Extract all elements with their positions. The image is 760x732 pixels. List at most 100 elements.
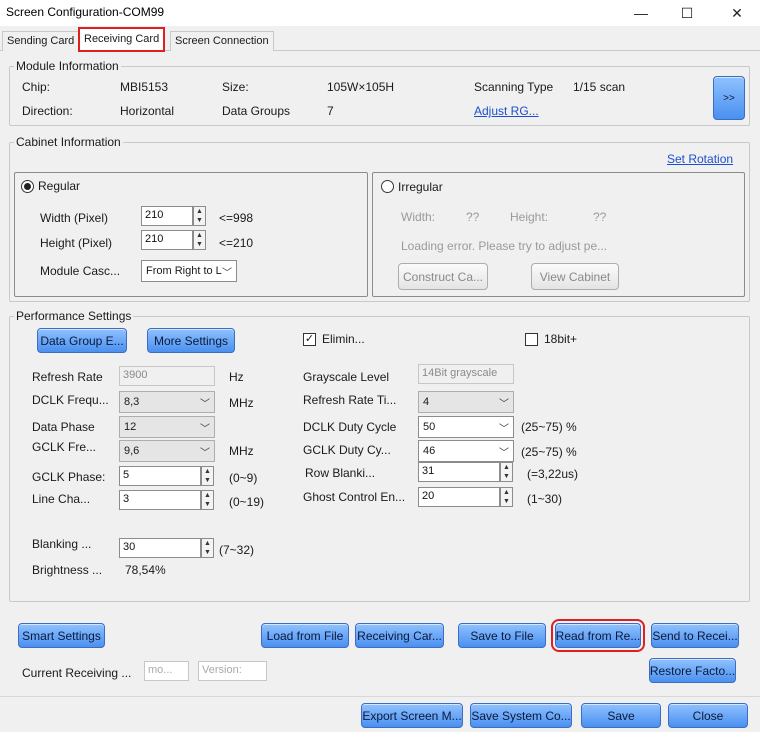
refresh-rate-input: 3900 <box>119 366 215 386</box>
regular-label: Regular <box>38 179 81 193</box>
gclk-duty-cycle-range: (25~75) % <box>521 445 577 459</box>
line-change-label: Line Cha... <box>32 492 91 506</box>
adjust-rg-link[interactable]: Adjust RG... <box>474 104 539 118</box>
refresh-rate-label: Refresh Rate <box>32 370 103 384</box>
row-blanking-input[interactable]: 31 <box>418 462 500 482</box>
save-button[interactable]: Save <box>581 703 661 728</box>
gclk-phase-label: GCLK Phase: <box>32 470 106 484</box>
refresh-rate-times-label: Refresh Rate Ti... <box>303 393 397 407</box>
size-label: Size: <box>222 80 249 94</box>
scanning-type-label: Scanning Type <box>474 80 554 94</box>
gclk-phase-input[interactable]: 5 <box>119 466 201 486</box>
set-rotation-link[interactable]: Set Rotation <box>667 152 733 166</box>
receiving-card-button[interactable]: Receiving Car... <box>355 623 444 648</box>
current-model-field: mo... <box>144 661 189 681</box>
blanking-stepper[interactable]: ▲ ▼ <box>201 538 214 558</box>
blanking-input[interactable]: 30 <box>119 538 201 558</box>
gclk-frequency-select[interactable]: 9,6 ﹀ <box>119 440 215 462</box>
export-screen-button[interactable]: Export Screen M... <box>361 703 463 728</box>
direction-value: Horizontal <box>120 104 175 118</box>
close-button[interactable]: Close <box>668 703 748 728</box>
ghost-control-range: (1~30) <box>527 492 563 506</box>
data-group-exchange-button[interactable]: Data Group E... <box>37 328 127 353</box>
width-pixel-input[interactable]: 210 <box>141 206 193 226</box>
gclk-duty-cycle-label: GCLK Duty Cy... <box>303 443 391 457</box>
dclk-duty-cycle-label: DCLK Duty Cycle <box>303 420 397 434</box>
chevron-down-icon: ﹀ <box>200 448 210 459</box>
construct-cabinet-button[interactable]: Construct Ca... <box>398 263 488 290</box>
read-from-receiving-button[interactable]: Read from Re... <box>551 619 645 652</box>
chevron-down-icon: ﹀ <box>200 399 210 410</box>
eliminate-checkbox[interactable]: ✓ <box>303 333 316 346</box>
data-phase-value: 12 <box>124 421 137 433</box>
send-to-receiving-button[interactable]: Send to Recei... <box>651 623 739 648</box>
blanking-label: Blanking ... <box>32 537 92 551</box>
irregular-height-label: Height: <box>510 210 549 224</box>
refresh-rate-unit: Hz <box>229 370 244 384</box>
tab-sending-card[interactable]: Sending Card <box>2 31 80 51</box>
dclk-duty-cycle-range: (25~75) % <box>521 420 577 434</box>
module-cascade-label: Module Casc... <box>40 264 121 278</box>
cabinet-information-label: Cabinet Information <box>14 135 123 149</box>
line-change-input[interactable]: 3 <box>119 490 201 510</box>
gclk-frequency-label: GCLK Fre... <box>32 440 97 454</box>
dclk-frequency-select[interactable]: 8,3 ﹀ <box>119 391 215 413</box>
gclk-duty-cycle-select[interactable]: 46 ﹀ <box>418 440 514 462</box>
row-blanking-note: (=3,22us) <box>527 467 579 481</box>
irregular-width-value: ?? <box>466 210 480 224</box>
module-cascade-select[interactable]: From Right to L ﹀ <box>141 260 237 282</box>
title-bar: Screen Configuration-COM99 — ☐ ✕ <box>0 0 760 26</box>
save-to-file-button[interactable]: Save to File <box>458 623 546 648</box>
more-settings-button[interactable]: More Settings <box>147 328 235 353</box>
close-icon[interactable]: ✕ <box>714 0 760 26</box>
width-pixel-stepper[interactable]: ▲ ▼ <box>193 206 206 226</box>
row-blanking-label: Row Blanki... <box>305 466 376 480</box>
dclk-frequency-label: DCLK Frequ... <box>32 393 109 407</box>
data-phase-select[interactable]: 12 ﹀ <box>119 416 215 438</box>
ghost-control-stepper[interactable]: ▲ ▼ <box>500 487 513 507</box>
size-value: 105W×105H <box>327 80 395 94</box>
regular-radio[interactable] <box>21 180 34 193</box>
irregular-label: Irregular <box>398 180 443 194</box>
ghost-control-label: Ghost Control En... <box>303 490 406 504</box>
expand-module-button[interactable]: >> <box>713 76 745 120</box>
height-pixel-stepper[interactable]: ▲ ▼ <box>193 230 206 250</box>
tab-screen-connection[interactable]: Screen Connection <box>170 31 274 51</box>
grayscale-level-label: Grayscale Level <box>303 370 390 384</box>
save-system-config-button[interactable]: Save System Co... <box>470 703 572 728</box>
18bit-label: 18bit+ <box>544 332 578 346</box>
gclk-frequency-value: 9,6 <box>124 445 140 457</box>
ghost-control-input[interactable]: 20 <box>418 487 500 507</box>
brightness-value: 78,54% <box>125 563 166 577</box>
module-information-label: Module Information <box>14 59 121 73</box>
data-phase-label: Data Phase <box>32 420 95 434</box>
restore-factory-button[interactable]: Restore Facto... <box>649 658 736 683</box>
line-change-stepper[interactable]: ▲ ▼ <box>201 490 214 510</box>
scanning-type-value: 1/15 scan <box>573 80 626 94</box>
height-pixel-input[interactable]: 210 <box>141 230 193 250</box>
blanking-range: (7~32) <box>219 543 255 557</box>
data-groups-label: Data Groups <box>222 104 291 118</box>
brightness-label: Brightness ... <box>32 563 103 577</box>
chip-label: Chip: <box>22 80 51 94</box>
tab-receiving-card[interactable]: Receiving Card <box>78 27 166 52</box>
maximize-icon[interactable]: ☐ <box>664 0 710 26</box>
refresh-rate-times-select[interactable]: 4 ﹀ <box>418 391 514 413</box>
dclk-duty-cycle-select[interactable]: 50 ﹀ <box>418 416 514 438</box>
height-limit: <=210 <box>219 236 254 250</box>
row-blanking-stepper[interactable]: ▲ ▼ <box>500 462 513 482</box>
version-field: Version: <box>198 661 267 681</box>
performance-settings-label: Performance Settings <box>14 309 134 323</box>
18bit-checkbox[interactable] <box>525 333 538 346</box>
irregular-radio[interactable] <box>381 180 394 193</box>
chevron-down-icon: ﹀ <box>499 424 509 435</box>
dclk-frequency-value: 8,3 <box>124 396 140 408</box>
smart-settings-button[interactable]: Smart Settings <box>18 623 105 648</box>
chevron-down-icon: ﹀ <box>499 448 509 459</box>
refresh-rate-times-value: 4 <box>423 396 430 408</box>
load-from-file-button[interactable]: Load from File <box>261 623 349 648</box>
minimize-icon[interactable]: — <box>618 0 664 26</box>
view-cabinet-button[interactable]: View Cabinet <box>531 263 619 290</box>
gclk-frequency-unit: MHz <box>229 444 254 458</box>
gclk-phase-stepper[interactable]: ▲ ▼ <box>201 466 214 486</box>
